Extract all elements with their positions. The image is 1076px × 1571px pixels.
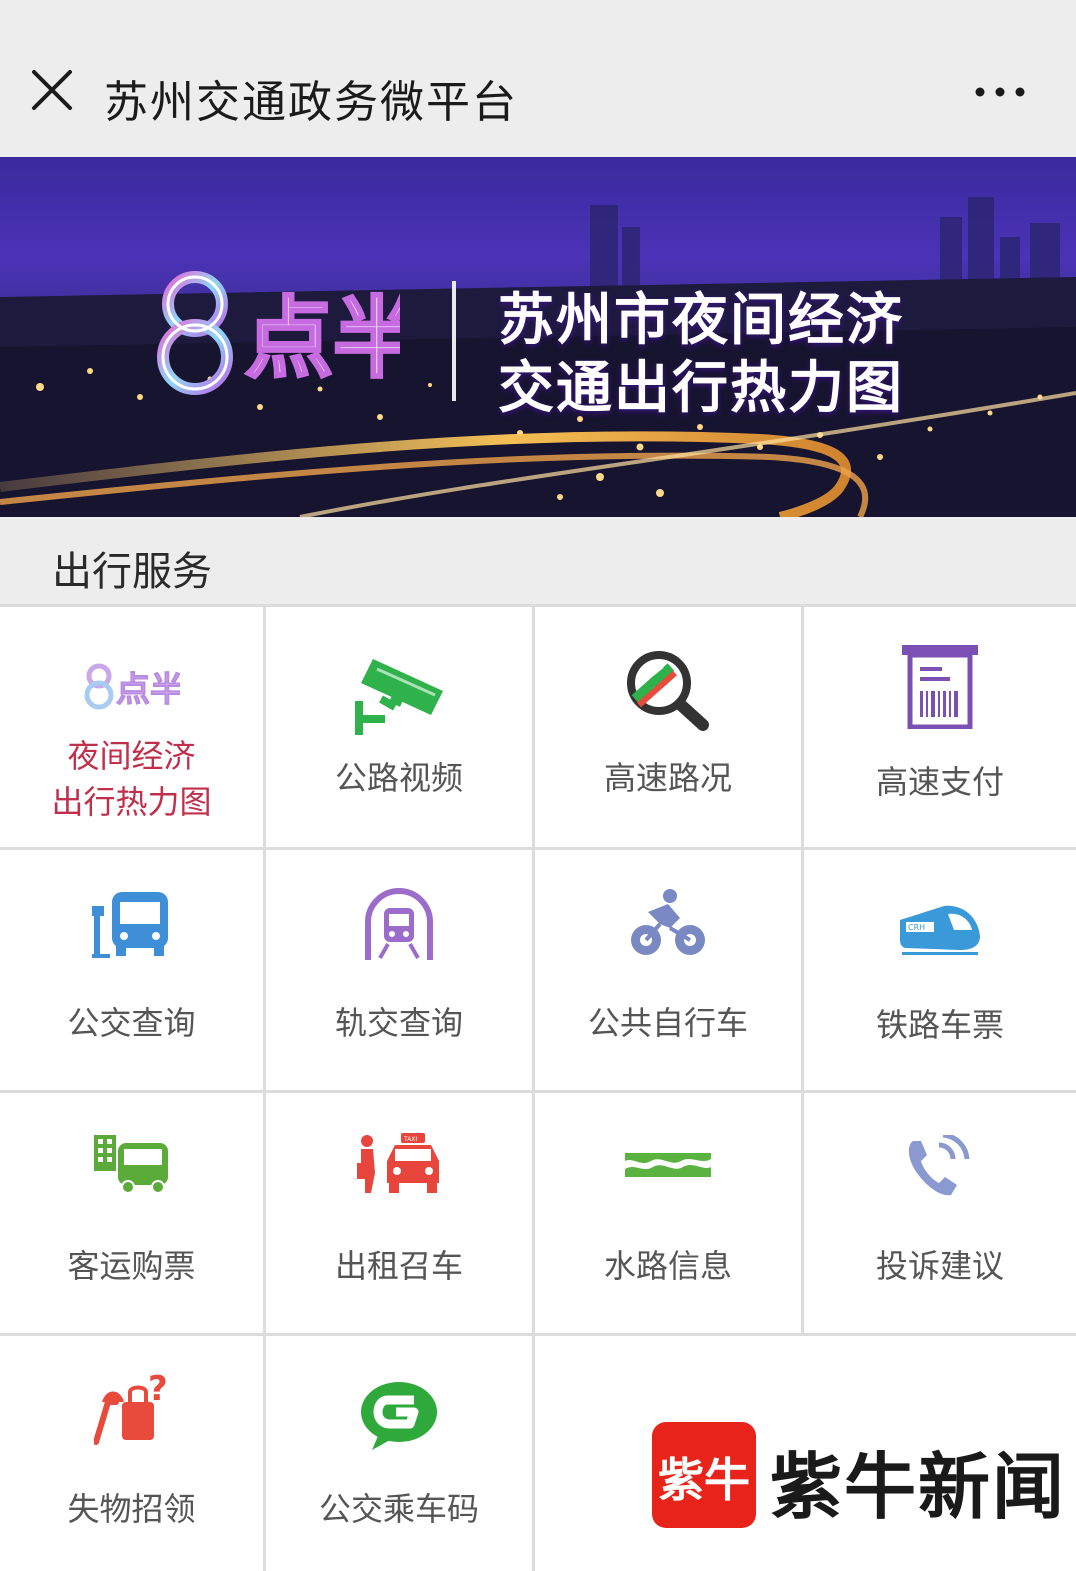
service-public-bicycle[interactable]: 公共自行车 — [535, 850, 801, 1090]
service-highway-payment[interactable]: 高速支付 — [804, 607, 1076, 847]
service-label: 铁路车票 — [875, 1006, 1004, 1044]
phone-icon — [908, 1135, 970, 1196]
service-label: 水路信息 — [603, 1247, 732, 1285]
toll-receipt-icon — [902, 645, 978, 729]
banner-title-line2: 交通出行热力图 — [498, 356, 904, 421]
svg-text:点半: 点半 — [245, 287, 400, 390]
watermark-logo: 紫牛 — [652, 1422, 756, 1528]
service-label: 客运购票 — [67, 1247, 196, 1285]
service-waterway-info[interactable]: 水路信息 — [535, 1093, 801, 1333]
more-button[interactable] — [968, 70, 1032, 114]
watermark-badge-text: 紫牛 — [658, 1453, 750, 1507]
service-lost-and-found[interactable]: ? 失物招领 — [0, 1336, 263, 1571]
service-label: 高速路况 — [603, 759, 732, 797]
service-label: 公路视频 — [334, 759, 463, 797]
svg-text:点半: 点半 — [116, 670, 180, 710]
service-label-line1: 夜间经济 — [67, 737, 196, 775]
service-label: 高速支付 — [875, 763, 1004, 801]
service-label: 失物招领 — [67, 1490, 196, 1528]
service-label: 公交查询 — [67, 1004, 196, 1042]
eight-thirty-logo-icon: 点半 — [157, 271, 400, 395]
service-night-economy[interactable]: 点半 夜间经济 出行热力图 — [0, 607, 263, 847]
bus-icon — [91, 892, 168, 958]
service-label: 出租召车 — [334, 1247, 463, 1285]
watermark-text: 紫牛新闻 — [770, 1444, 1067, 1529]
more-icon — [975, 87, 1025, 97]
service-label: 投诉建议 — [875, 1247, 1004, 1285]
camera-icon — [355, 659, 443, 735]
high-speed-train-icon: CRH — [900, 905, 980, 955]
service-label: 轨交查询 — [334, 1004, 463, 1042]
service-taxi-hailing[interactable]: TAXI 出租召车 — [266, 1093, 532, 1333]
waves-icon — [625, 1153, 711, 1177]
service-bus-query[interactable]: 公交查询 — [0, 850, 263, 1090]
page-title: 苏州交通政务微平台 — [104, 77, 518, 128]
night-economy-logo-icon: 点半 — [84, 663, 180, 711]
svg-text:?: ? — [148, 1372, 168, 1409]
svg-text:TAXI: TAXI — [403, 1136, 417, 1143]
metro-icon — [365, 888, 433, 960]
service-grid: 点半 夜间经济 出行热力图 公路视频 高速路况 高速支付 公交查询 轨交查询 公… — [0, 604, 1076, 1571]
service-label-line2: 出行热力图 — [51, 783, 212, 821]
section-header: 出行服务 — [0, 517, 1076, 604]
bus-code-icon — [361, 1382, 437, 1450]
svg-text:CRH: CRH — [908, 923, 925, 932]
service-highway-traffic[interactable]: 高速路况 — [535, 607, 801, 847]
service-complaints[interactable]: 投诉建议 — [804, 1093, 1076, 1333]
service-highway-video[interactable]: 公路视频 — [266, 607, 532, 847]
service-coach-tickets[interactable]: 客运购票 — [0, 1093, 263, 1333]
banner-divider — [452, 281, 456, 401]
title-bar: 苏州交通政务微平台 — [0, 0, 1076, 157]
lost-found-icon: ? — [93, 1372, 168, 1445]
service-label: 公共自行车 — [587, 1004, 748, 1042]
taxi-icon: TAXI — [357, 1133, 439, 1193]
close-button[interactable] — [28, 66, 76, 114]
promo-banner[interactable]: 点半 苏州市夜间经济 交通出行热力图 — [0, 157, 1076, 517]
coach-icon — [93, 1135, 168, 1194]
magnifier-road-icon — [627, 651, 709, 731]
section-title: 出行服务 — [52, 549, 212, 595]
service-label: 公交乘车码 — [318, 1490, 479, 1528]
service-railway-tickets[interactable]: CRH 铁路车票 — [804, 850, 1076, 1090]
service-bus-code[interactable]: 公交乘车码 — [266, 1336, 532, 1571]
close-icon — [32, 70, 72, 110]
bicycle-icon — [631, 889, 705, 955]
service-metro-query[interactable]: 轨交查询 — [266, 850, 532, 1090]
